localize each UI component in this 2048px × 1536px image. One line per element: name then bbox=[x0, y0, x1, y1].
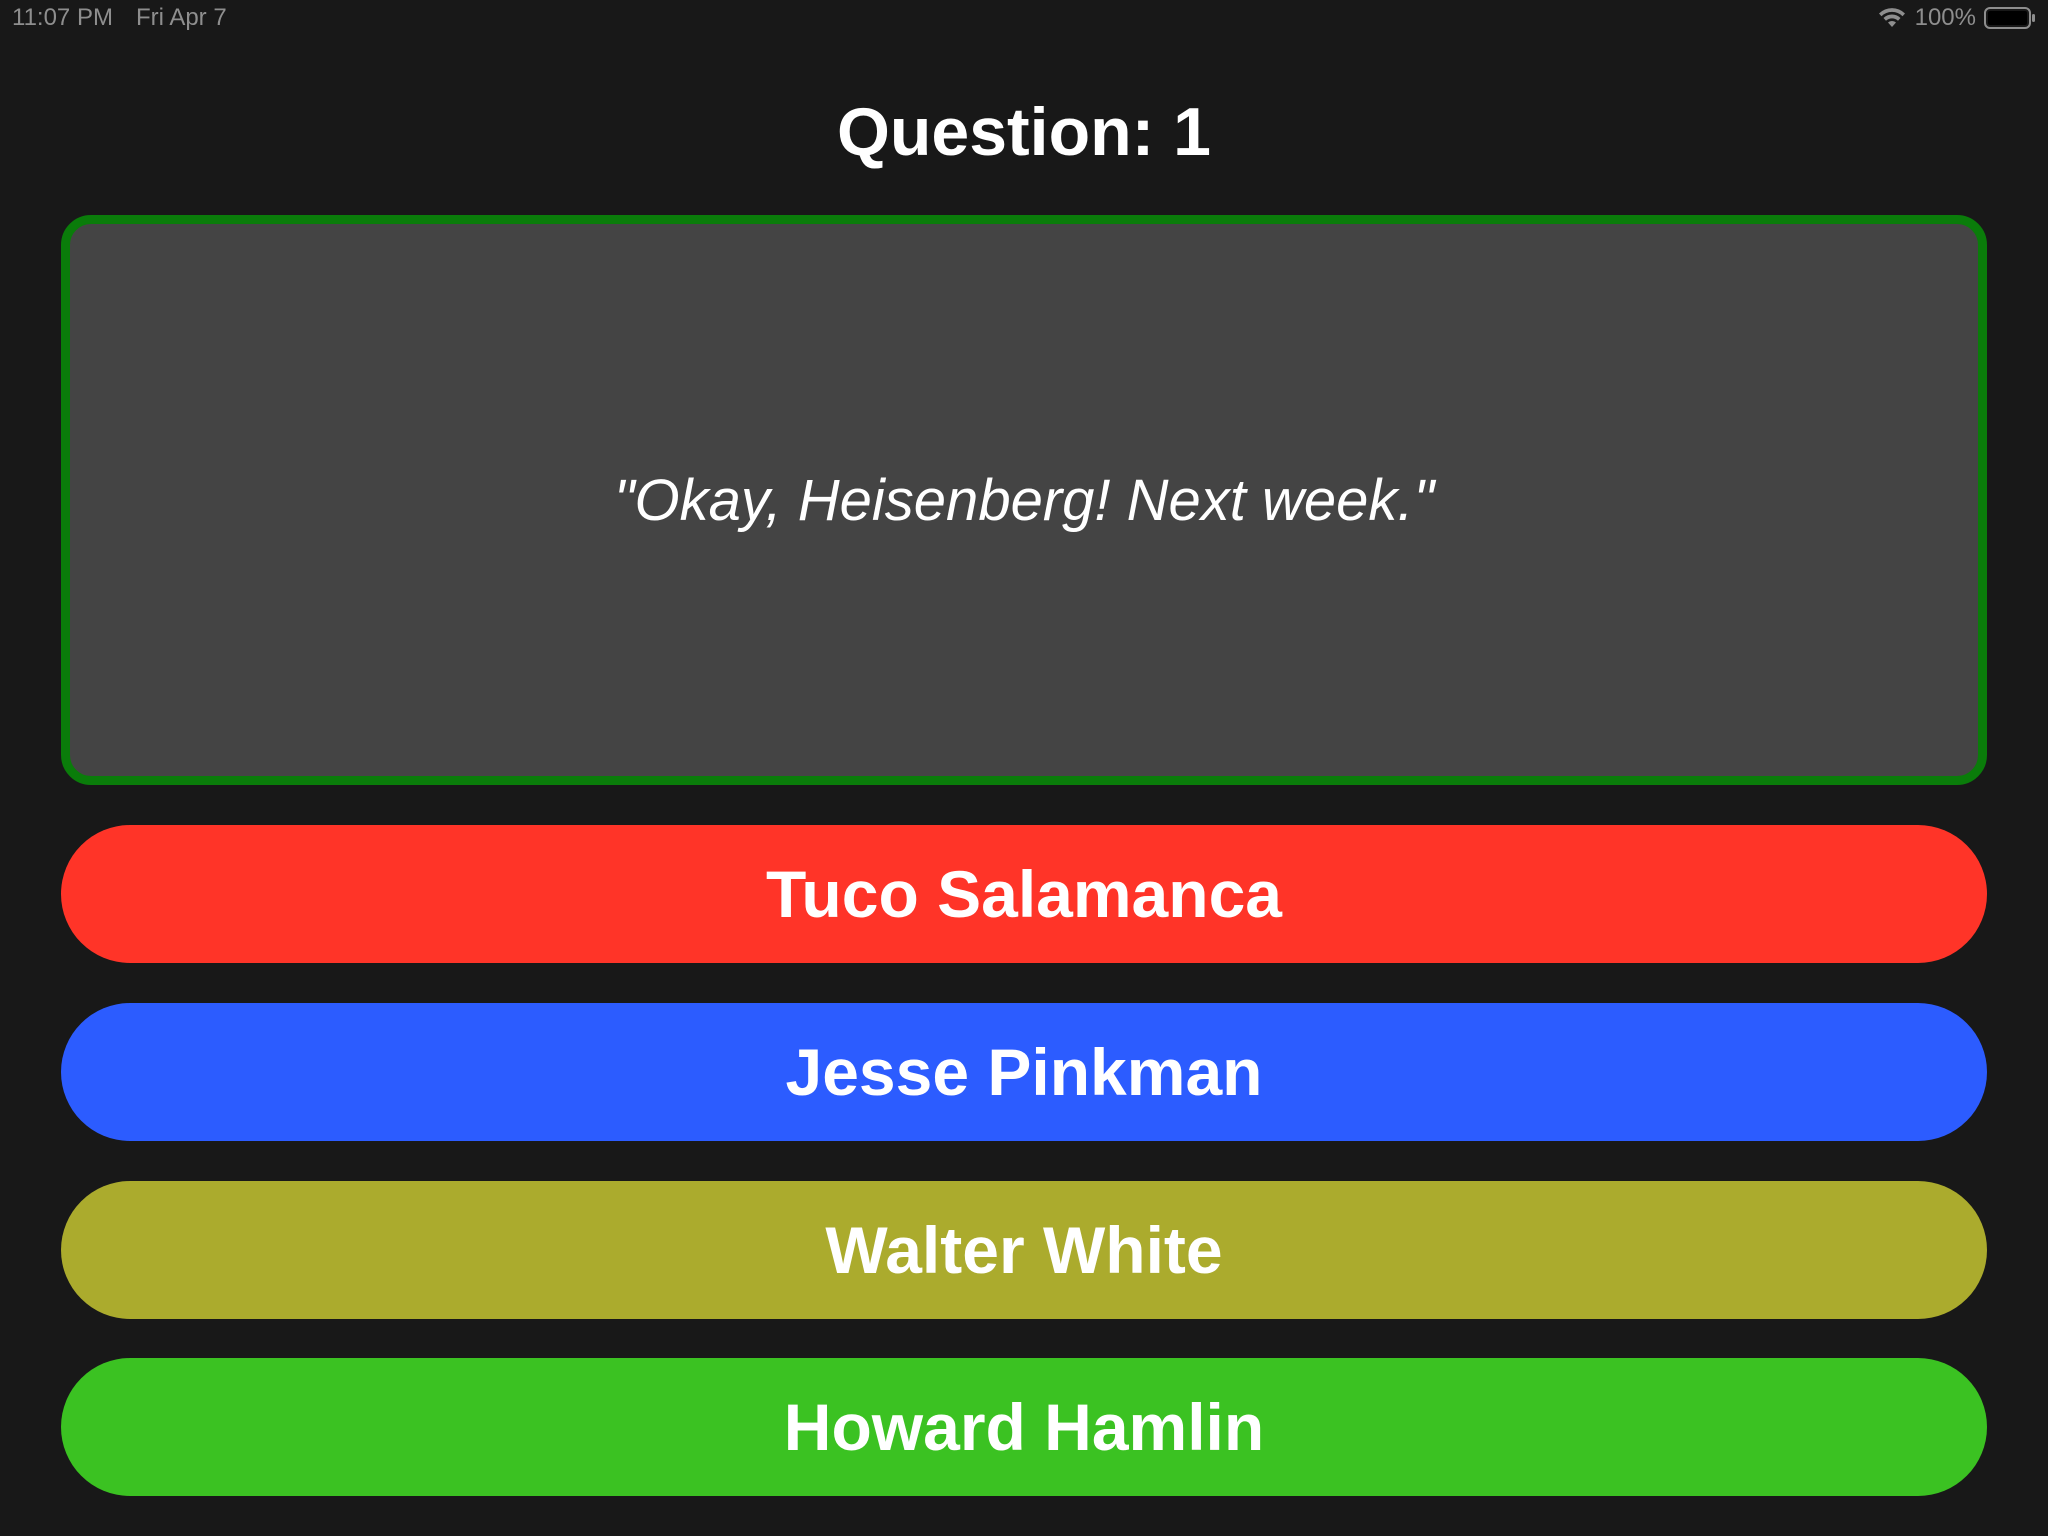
status-time: 11:07 PM bbox=[12, 4, 113, 31]
battery-percentage: 100% bbox=[1914, 4, 1976, 31]
answer-button-tuco-salamanca[interactable]: Tuco Salamanca bbox=[61, 825, 1987, 963]
answer-button-howard-hamlin[interactable]: Howard Hamlin bbox=[61, 1358, 1987, 1496]
battery-icon bbox=[1984, 7, 2036, 29]
answer-button-walter-white[interactable]: Walter White bbox=[61, 1181, 1987, 1319]
quote-card: "Okay, Heisenberg! Next week." bbox=[61, 215, 1987, 785]
status-date: Fri Apr 7 bbox=[136, 4, 227, 31]
status-indicators: 100% bbox=[1877, 4, 2036, 32]
quote-text: "Okay, Heisenberg! Next week." bbox=[613, 467, 1435, 533]
answer-button-jesse-pinkman[interactable]: Jesse Pinkman bbox=[61, 1003, 1987, 1141]
quiz-screen: 11:07 PM Fri Apr 7 100% Question: 1 "Oka… bbox=[0, 0, 2048, 1536]
question-title: Question: 1 bbox=[836, 94, 1212, 170]
status-bar: 11:07 PM Fri Apr 7 100% bbox=[0, 0, 2048, 40]
wifi-icon bbox=[1877, 7, 1907, 29]
